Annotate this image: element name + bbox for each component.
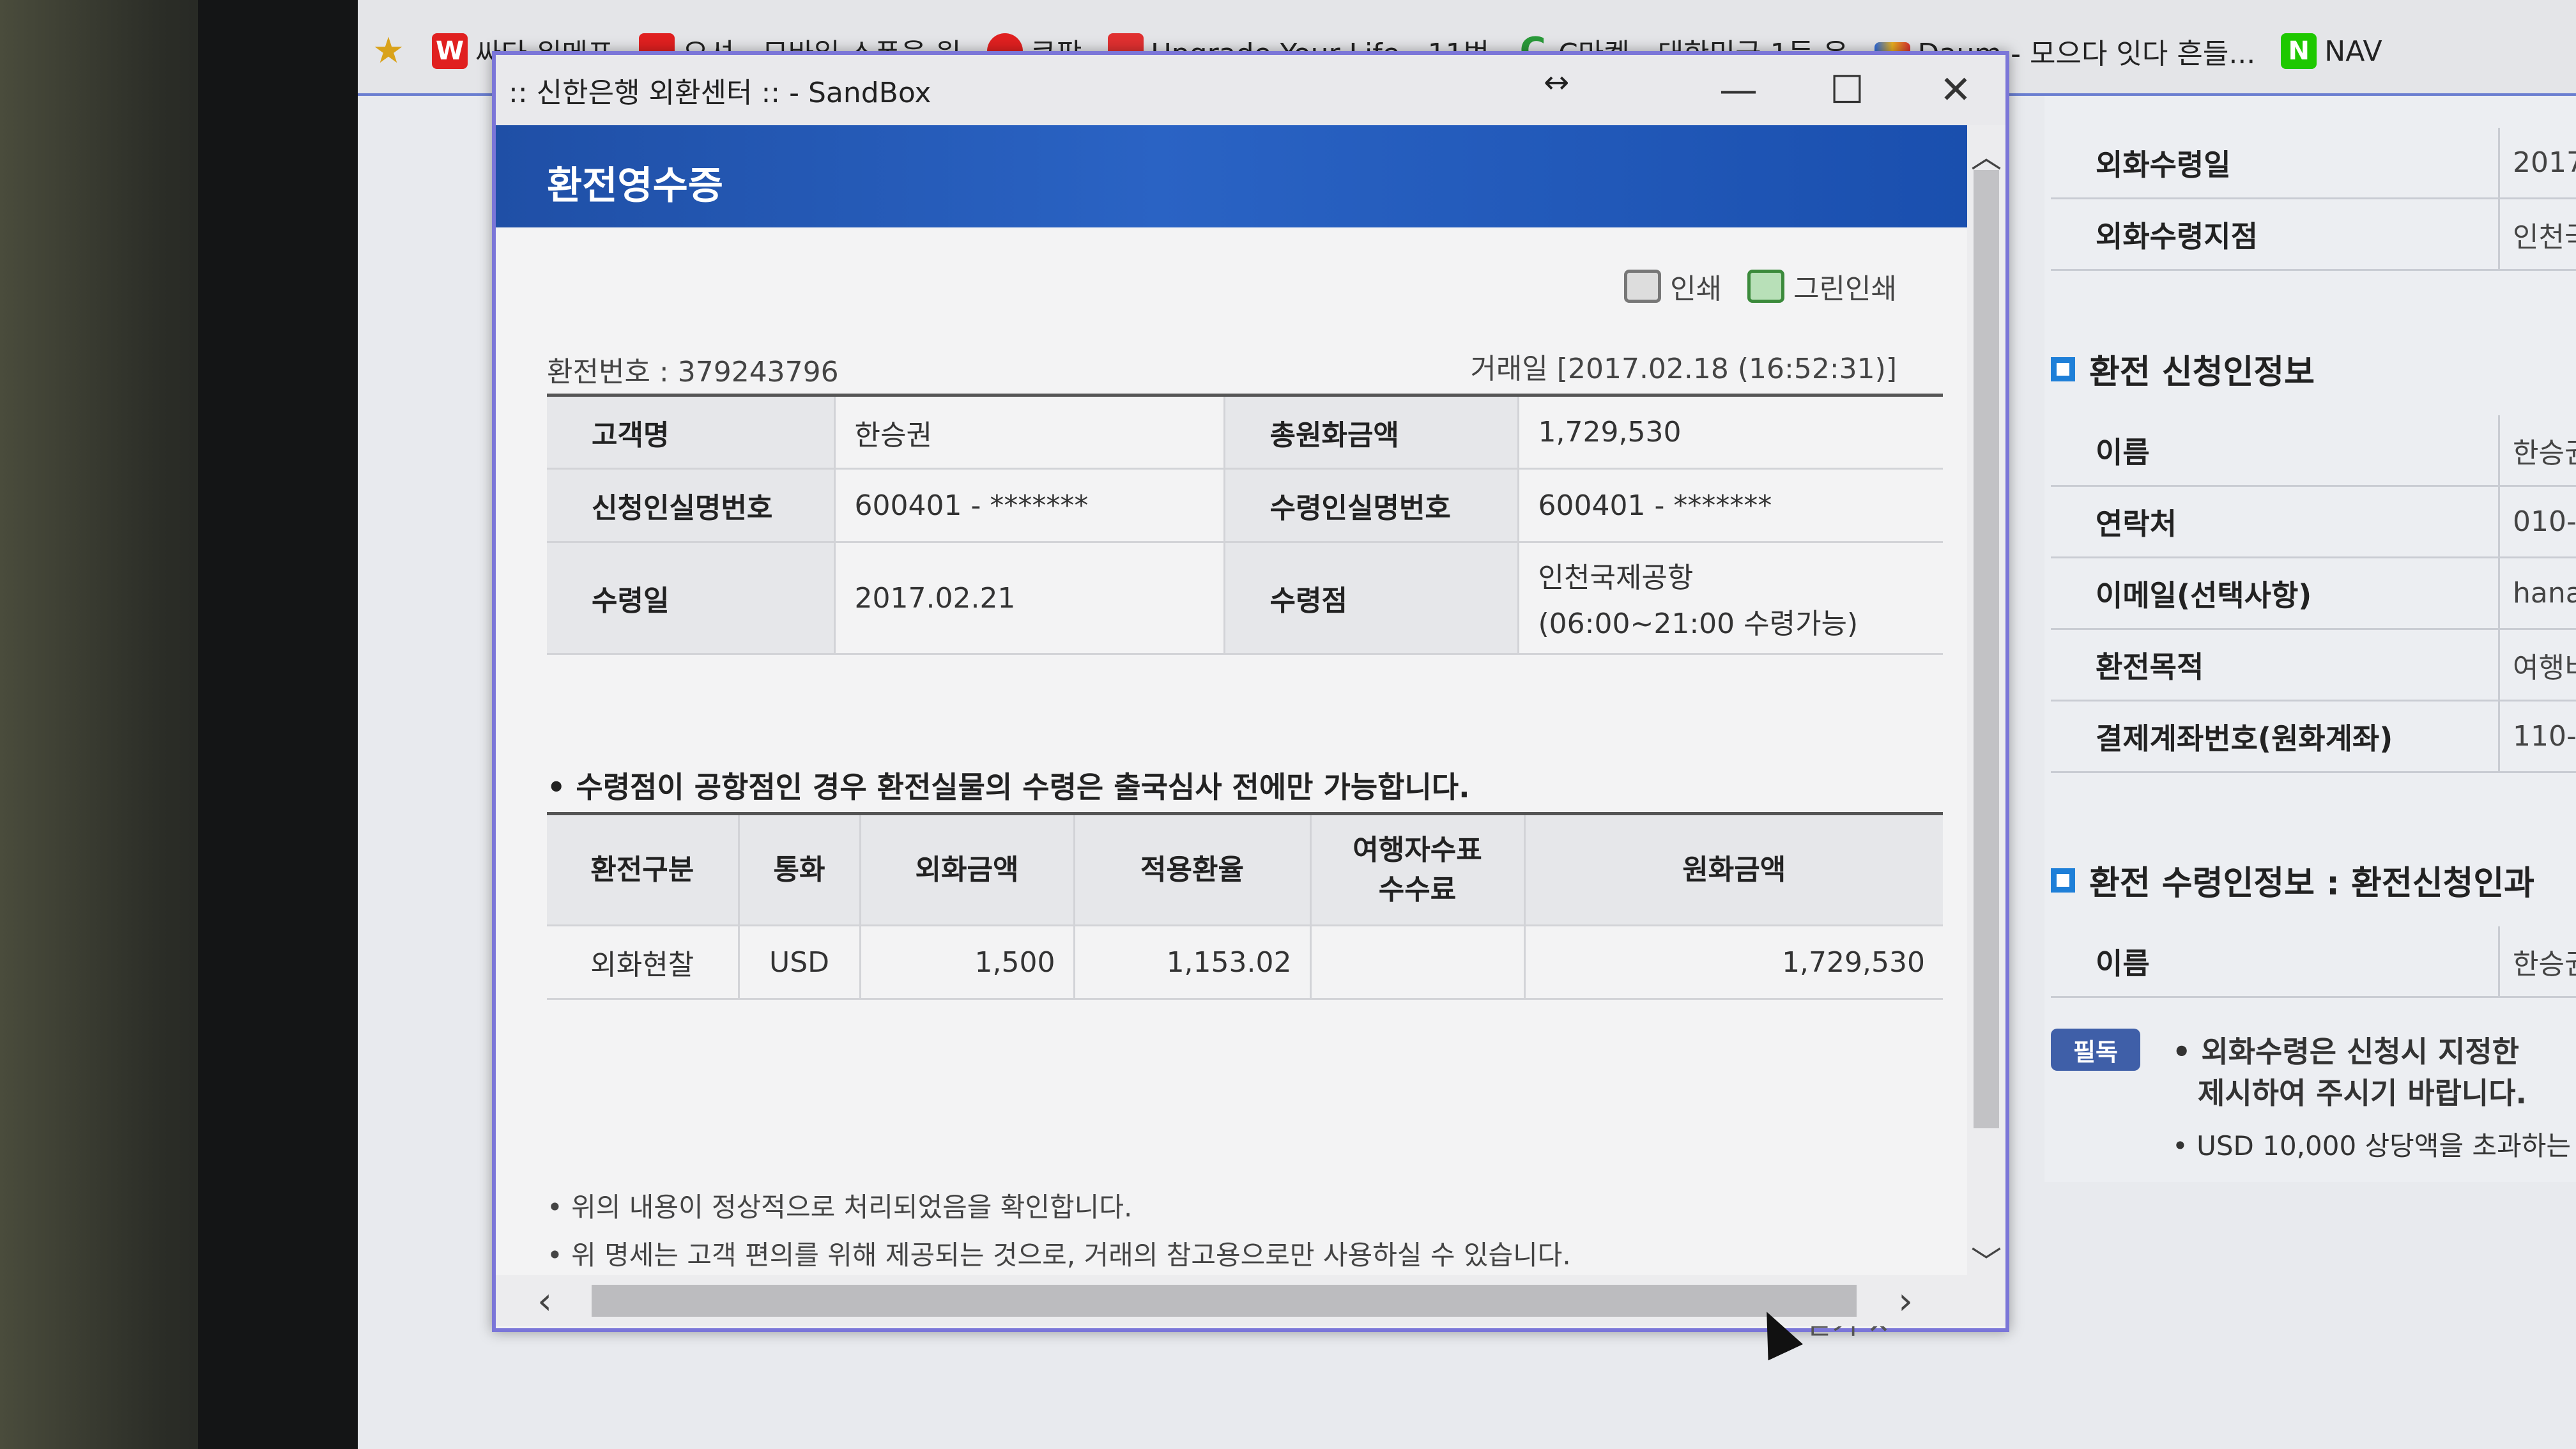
footnote-reference: • 위 명세는 고객 편의를 위해 제공되는 것으로, 거래의 참고용으로만 사… — [547, 1239, 1571, 1271]
section-applicant-info: 환전 신청인정보 — [2051, 345, 2315, 393]
pickup-place-name: 인천국제공항 — [1538, 562, 1694, 594]
info-row: 고객명 한승권 총원화금액 1,729,530 — [547, 395, 1943, 470]
star-icon: ★ — [372, 30, 405, 72]
section-square-icon — [2051, 868, 2075, 893]
resize-arrows-icon: ↔ — [1544, 65, 1570, 100]
receipt-heading: 환전영수증 — [547, 164, 723, 208]
cell-fx-amount: 1,500 — [860, 925, 1075, 1000]
vertical-scrollbar[interactable]: ︿ ﹀ — [1967, 125, 2005, 1280]
customer-info-table: 고객명 한승권 총원화금액 1,729,530 신청인실명번호 600401 -… — [547, 394, 1943, 655]
printer-icon — [1624, 270, 1662, 303]
w-icon: W — [432, 33, 468, 69]
row-receiver-name: 이름 한승권 — [2051, 926, 2576, 998]
green-print-button[interactable]: 그린인쇄 — [1747, 266, 1897, 307]
exchange-number: 환전번호 : 379243796 — [547, 356, 839, 388]
receiver-id-value: 600401 - ******* — [1518, 468, 1943, 543]
note-line-2: 제시하여 주시기 바랍니다. — [2198, 1076, 2527, 1110]
customer-value: 한승권 — [834, 395, 1225, 470]
monitor-edge — [198, 0, 358, 1449]
row-name: 이름 한승권 — [2051, 415, 2576, 487]
green-printer-icon — [1747, 270, 1785, 303]
info-row: 수령일 2017.02.21 수령점 인천국제공항 (06:00~21:00 수… — [547, 542, 1943, 655]
cell-tc-fee — [1310, 925, 1526, 1000]
note-line-1: • 외화수령은 신청시 지정한 — [2172, 1034, 2519, 1069]
table-header-row: 환전구분 통화 외화금액 적용환율 여행자수표 수수료 원화금액 — [547, 813, 1943, 926]
footnote-confirm: • 위의 내용이 정상적으로 처리되었음을 확인합니다. — [547, 1192, 1133, 1223]
scroll-left-icon[interactable]: ‹ — [537, 1279, 552, 1322]
pickup-place-label: 수령점 — [1224, 542, 1519, 655]
total-krw-value: 1,729,530 — [1518, 395, 1943, 470]
total-krw-label: 총원화금액 — [1224, 395, 1519, 470]
cell-krw-amount: 1,729,530 — [1524, 925, 1943, 1000]
applicant-id-label: 신청인실명번호 — [547, 468, 836, 543]
bookmark-star[interactable]: ★ — [371, 33, 406, 69]
customer-label: 고객명 — [547, 395, 836, 470]
row-purpose: 환전목적 여행비 — [2051, 630, 2576, 702]
row-email: 이메일(선택사항) hana — [2051, 558, 2576, 630]
note-line-3: • USD 10,000 상당액을 초과하는 — [2172, 1130, 2571, 1162]
cell-type: 외화현찰 — [547, 925, 740, 1000]
minimize-button[interactable]: — — [1710, 65, 1767, 116]
pickup-place-hours: (06:00~21:00 수령가능) — [1538, 608, 1859, 640]
receipt-banner: 환전영수증 — [496, 125, 1967, 227]
close-window-button[interactable]: ✕ — [1927, 65, 1984, 116]
col-tc-fee: 여행자수표 수수료 — [1310, 813, 1526, 926]
col-fx-amount: 외화금액 — [860, 813, 1075, 926]
row-payment-account: 결제계좌번호(원화계좌) 110-0 — [2051, 702, 2576, 773]
row-fx-pickup-date: 외화수령일 2017.0 — [2051, 128, 2576, 199]
bookmark-naver[interactable]: N NAV — [2281, 33, 2382, 69]
receipt-content: 인쇄 그린인쇄 환전번호 : 379243796 거래일 [2017.02.18… — [496, 227, 1967, 1340]
cell-currency: USD — [739, 925, 861, 1000]
must-read-badge: 필독 — [2051, 1029, 2140, 1071]
col-rate: 적용환율 — [1074, 813, 1312, 926]
applicant-id-value: 600401 - ******* — [834, 468, 1225, 543]
applicant-info-panel: 외화수령일 2017.0 외화수령지점 인천국 환전 신청인정보 이름 한승권 … — [2044, 96, 2576, 1182]
pickup-date-label: 수령일 — [547, 542, 836, 655]
cell-rate: 1,153.02 — [1074, 925, 1312, 1000]
window-titlebar[interactable]: :: 신한은행 외환센터 :: - SandBox ↔ — ☐ ✕ — [496, 55, 2005, 125]
airport-pickup-notice: • 수령점이 공항점인 경우 환전실물의 수령은 출국심사 전에만 가능합니다. — [547, 770, 1470, 804]
row-contact: 연락처 010-4 — [2051, 487, 2576, 558]
vertical-scroll-thumb[interactable] — [1974, 170, 1999, 1128]
section-square-icon — [2051, 356, 2075, 381]
window-title: :: 신한은행 외환센터 :: - SandBox — [509, 77, 931, 109]
naver-icon: N — [2281, 33, 2317, 69]
horizontal-scroll-thumb[interactable] — [592, 1285, 1857, 1317]
section-receiver-info: 환전 수령인정보 : 환전신청인과 — [2051, 856, 2534, 904]
trade-date: 거래일 [2017.02.18 (16:52:31)] — [1470, 353, 1897, 385]
print-actions: 인쇄 그린인쇄 — [1624, 266, 1897, 307]
pickup-date-value: 2017.02.21 — [834, 542, 1225, 655]
scroll-right-icon[interactable]: › — [1898, 1279, 1913, 1322]
info-row: 신청인실명번호 600401 - ******* 수령인실명번호 600401 … — [547, 468, 1943, 543]
receipt-popup-window: :: 신한은행 외환센터 :: - SandBox ↔ — ☐ ✕ 환전영수증 … — [492, 51, 2009, 1340]
receiver-id-label: 수령인실명번호 — [1224, 468, 1519, 543]
row-fx-pickup-branch: 외화수령지점 인천국 — [2051, 199, 2576, 271]
maximize-button[interactable]: ☐ — [1818, 65, 1876, 116]
table-row: 외화현찰 USD 1,500 1,153.02 1,729,530 — [547, 925, 1943, 1000]
pickup-place-value: 인천국제공항 (06:00~21:00 수령가능) — [1518, 542, 1943, 655]
col-currency: 통화 — [739, 813, 861, 926]
print-button[interactable]: 인쇄 — [1624, 266, 1722, 307]
exchange-detail-table: 환전구분 통화 외화금액 적용환율 여행자수표 수수료 원화금액 외화현찰 US… — [547, 812, 1943, 1000]
col-type: 환전구분 — [547, 813, 740, 926]
col-krw-amount: 원화금액 — [1524, 813, 1943, 926]
